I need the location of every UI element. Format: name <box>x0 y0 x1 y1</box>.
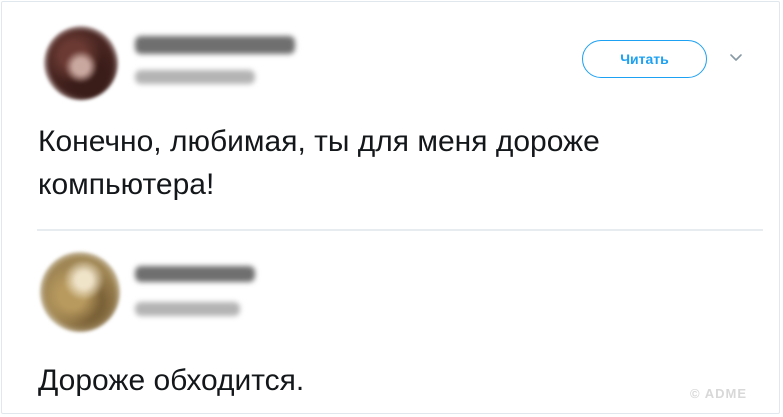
author-handle-blurred <box>135 70 255 84</box>
watermark: © ADME <box>690 386 747 401</box>
author-handle <box>135 302 136 303</box>
author-name-blurred[interactable] <box>135 36 295 54</box>
chevron-down-icon[interactable] <box>727 49 745 67</box>
author-name <box>135 36 136 37</box>
tweet: Читать Конечно, любимая, ты для меня дор… <box>0 0 783 230</box>
author-name <box>135 266 136 267</box>
tweet-text: Конечно, любимая, ты для меня дороже ком… <box>38 125 600 201</box>
avatar[interactable] <box>44 26 118 100</box>
avatar[interactable] <box>40 252 120 332</box>
tweet-reply: Дороже обходится. <box>0 232 783 417</box>
follow-button[interactable]: Читать <box>582 40 707 78</box>
tweet-text: Дороже обходится. <box>38 364 305 397</box>
divider <box>37 229 763 231</box>
author-handle <box>135 70 136 71</box>
author-handle-blurred <box>135 302 240 316</box>
author-name-blurred[interactable] <box>135 266 255 282</box>
